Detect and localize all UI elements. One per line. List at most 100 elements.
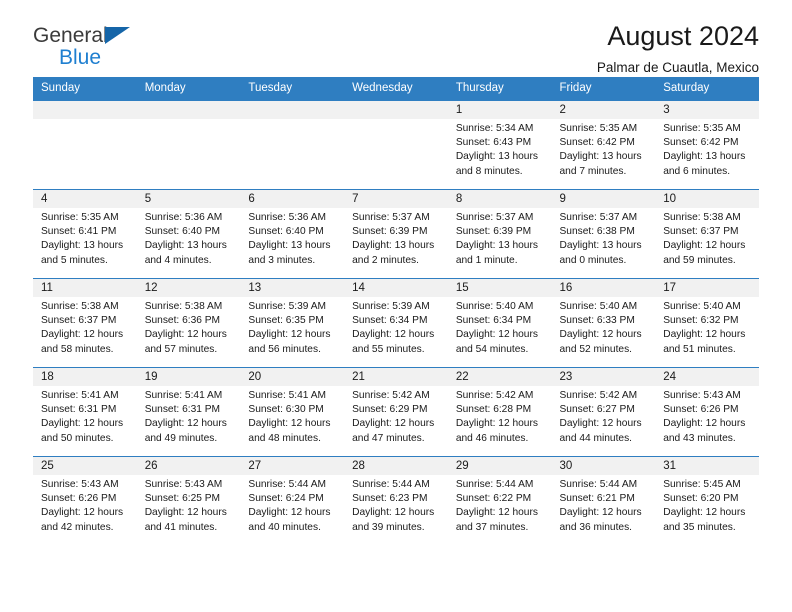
day-cell[interactable]: 2 Sunrise: 5:35 AM Sunset: 6:42 PM Daylight…: [551, 100, 656, 190]
sunset-text: Sunset: 6:40 PM: [144, 226, 221, 238]
day-details: Sunrise: 5:35 AM Sunset: 6:42 PM Daylight:…: [655, 119, 759, 179]
day-cell[interactable]: 7 Sunrise: 5:37 AM Sunset: 6:39 PM Daylight…: [344, 189, 448, 279]
day-cell[interactable]: 16 Sunrise: 5:40 AM Sunset: 6:33 PM Dayligh…: [551, 278, 656, 368]
daylight-text: Daylight: 13 hours and 4 minutes.: [144, 240, 227, 266]
daylight-text: Daylight: 12 hours and 57 minutes.: [144, 329, 227, 355]
sunrise-text: Sunrise: 5:36 AM: [144, 212, 223, 223]
sunrise-text: Sunrise: 5:40 AM: [559, 301, 638, 312]
day-cell[interactable]: 26 Sunrise: 5:43 AM Sunset: 6:25 PM Dayligh…: [136, 456, 241, 545]
day-cell[interactable]: 21 Sunrise: 5:42 AM Sunset: 6:29 PM Dayligh…: [344, 367, 448, 457]
daylight-text: Daylight: 12 hours and 56 minutes.: [248, 329, 331, 355]
sunrise-text: Sunrise: 5:42 AM: [352, 390, 430, 401]
day-cell[interactable]: 24 Sunrise: 5:43 AM Sunset: 6:26 PM Dayligh…: [655, 367, 759, 457]
daylight-text: Daylight: 12 hours and 58 minutes.: [41, 329, 124, 355]
daylight-text: Daylight: 12 hours and 59 minutes.: [663, 240, 746, 266]
day-number: 26: [136, 457, 241, 475]
day-details: Sunrise: 5:44 AM Sunset: 6:23 PM Daylight:…: [344, 475, 448, 535]
day-details: Sunrise: 5:36 AM Sunset: 6:40 PM Daylight:…: [240, 208, 344, 268]
sunrise-text: Sunrise: 5:35 AM: [41, 212, 119, 223]
day-number: 12: [136, 279, 241, 297]
day-details: Sunrise: 5:44 AM Sunset: 6:21 PM Daylight:…: [552, 475, 656, 535]
sunrise-text: Sunrise: 5:37 AM: [455, 212, 534, 223]
day-number: [344, 101, 448, 119]
day-number: 5: [136, 190, 241, 208]
day-number: 16: [551, 279, 656, 297]
day-number: 30: [551, 457, 656, 475]
brand-logo[interactable]: General Blue: [33, 22, 153, 68]
day-details: Sunrise: 5:44 AM Sunset: 6:22 PM Daylight:…: [448, 475, 552, 535]
page-header: General Blue August 2024 Palmar de Cuaut…: [33, 0, 759, 76]
daylight-text: Daylight: 12 hours and 39 minutes.: [352, 507, 435, 533]
sunset-text: Sunset: 6:42 PM: [663, 137, 739, 149]
sunrise-text: Sunrise: 5:42 AM: [559, 390, 638, 401]
sunset-text: Sunset: 6:34 PM: [352, 315, 428, 327]
day-cell[interactable]: 31 Sunrise: 5:45 AM Sunset: 6:20 PM Dayligh…: [655, 456, 759, 545]
day-details: Sunrise: 5:37 AM Sunset: 6:39 PM Daylight:…: [448, 208, 552, 268]
sunrise-text: Sunrise: 5:38 AM: [663, 212, 741, 223]
day-cell[interactable]: 22 Sunrise: 5:42 AM Sunset: 6:28 PM Dayligh…: [447, 367, 552, 457]
daylight-text: Daylight: 12 hours and 41 minutes.: [144, 507, 227, 533]
sunset-text: Sunset: 6:28 PM: [455, 404, 532, 416]
day-details: Sunrise: 5:41 AM Sunset: 6:31 PM Daylight:…: [33, 386, 137, 446]
day-details: Sunrise: 5:43 AM Sunset: 6:26 PM Daylight:…: [655, 386, 759, 446]
sunset-text: Sunset: 6:42 PM: [559, 137, 635, 149]
day-cell[interactable]: 30 Sunrise: 5:44 AM Sunset: 6:21 PM Dayligh…: [551, 456, 656, 545]
calendar-body: 1 Sunrise: 5:34 AM Sunset: 6:43 PM Daylight…: [33, 100, 759, 545]
day-cell[interactable]: 12 Sunrise: 5:38 AM Sunset: 6:36 PM Dayligh…: [136, 278, 241, 368]
day-cell[interactable]: 6 Sunrise: 5:36 AM Sunset: 6:40 PM Daylight…: [240, 189, 345, 279]
sunset-text: Sunset: 6:43 PM: [455, 137, 532, 149]
day-cell[interactable]: 14 Sunrise: 5:39 AM Sunset: 6:34 PM Dayligh…: [344, 278, 448, 368]
day-cell[interactable]: 1 Sunrise: 5:34 AM Sunset: 6:43 PM Daylight…: [447, 100, 552, 190]
day-number: 28: [344, 457, 448, 475]
day-cell[interactable]: 18 Sunrise: 5:41 AM Sunset: 6:31 PM Dayligh…: [33, 367, 137, 457]
day-cell[interactable]: 5 Sunrise: 5:36 AM Sunset: 6:40 PM Daylight…: [136, 189, 241, 279]
day-cell[interactable]: 27 Sunrise: 5:44 AM Sunset: 6:24 PM Dayligh…: [240, 456, 345, 545]
day-cell[interactable]: 9 Sunrise: 5:37 AM Sunset: 6:38 PM Daylight…: [551, 189, 656, 279]
daylight-text: Daylight: 13 hours and 3 minutes.: [248, 240, 331, 266]
sunset-text: Sunset: 6:34 PM: [455, 315, 532, 327]
day-cell[interactable]: 8 Sunrise: 5:37 AM Sunset: 6:39 PM Daylight…: [447, 189, 552, 279]
day-cell[interactable]: 17 Sunrise: 5:40 AM Sunset: 6:32 PM Dayligh…: [655, 278, 759, 368]
daylight-text: Daylight: 13 hours and 7 minutes.: [559, 151, 642, 177]
sunrise-text: Sunrise: 5:45 AM: [663, 479, 741, 490]
sunset-text: Sunset: 6:36 PM: [144, 315, 221, 327]
day-number: [33, 101, 137, 119]
sunset-text: Sunset: 6:40 PM: [248, 226, 324, 238]
daylight-text: Daylight: 12 hours and 42 minutes.: [41, 507, 124, 533]
calendar-grid: Sunday Monday Tuesday Wednesday Thursday…: [33, 77, 759, 545]
day-cell[interactable]: 15 Sunrise: 5:40 AM Sunset: 6:34 PM Dayligh…: [447, 278, 552, 368]
day-cell[interactable]: 20 Sunrise: 5:41 AM Sunset: 6:30 PM Dayligh…: [240, 367, 345, 457]
day-cell[interactable]: 29 Sunrise: 5:44 AM Sunset: 6:22 PM Dayligh…: [447, 456, 552, 545]
day-cell[interactable]: 23 Sunrise: 5:42 AM Sunset: 6:27 PM Dayligh…: [551, 367, 656, 457]
weekday-header-row: Sunday Monday Tuesday Wednesday Thursday…: [33, 77, 759, 101]
day-number: 6: [240, 190, 345, 208]
day-cell-empty: [136, 100, 241, 190]
day-number: 11: [33, 279, 137, 297]
daylight-text: Daylight: 12 hours and 51 minutes.: [663, 329, 746, 355]
sunrise-text: Sunrise: 5:37 AM: [559, 212, 638, 223]
day-number: 23: [551, 368, 656, 386]
day-details: Sunrise: 5:34 AM Sunset: 6:43 PM Daylight:…: [448, 119, 552, 179]
day-cell[interactable]: 13 Sunrise: 5:39 AM Sunset: 6:35 PM Dayligh…: [240, 278, 345, 368]
day-cell[interactable]: 11 Sunrise: 5:38 AM Sunset: 6:37 PM Dayligh…: [33, 278, 137, 368]
day-number: 3: [655, 101, 759, 119]
calendar-week-row: 18 Sunrise: 5:41 AM Sunset: 6:31 PM Dayligh…: [33, 367, 759, 457]
day-cell-empty: [344, 100, 448, 190]
day-number: 25: [33, 457, 137, 475]
daylight-text: Daylight: 12 hours and 35 minutes.: [663, 507, 746, 533]
sunset-text: Sunset: 6:31 PM: [41, 404, 117, 416]
daylight-text: Daylight: 13 hours and 5 minutes.: [41, 240, 124, 266]
page-subtitle: Palmar de Cuautla, Mexico: [596, 60, 759, 76]
sunrise-text: Sunrise: 5:36 AM: [248, 212, 326, 223]
day-number: [136, 101, 241, 119]
day-cell[interactable]: 19 Sunrise: 5:41 AM Sunset: 6:31 PM Dayligh…: [136, 367, 241, 457]
day-cell[interactable]: 3 Sunrise: 5:35 AM Sunset: 6:42 PM Daylight…: [655, 100, 759, 190]
day-cell[interactable]: 25 Sunrise: 5:43 AM Sunset: 6:26 PM Dayligh…: [33, 456, 137, 545]
day-number: 21: [344, 368, 448, 386]
day-cell-empty: [240, 100, 345, 190]
day-details: Sunrise: 5:43 AM Sunset: 6:25 PM Daylight:…: [137, 475, 241, 535]
day-cell[interactable]: 4 Sunrise: 5:35 AM Sunset: 6:41 PM Daylight…: [33, 189, 137, 279]
day-cell[interactable]: 10 Sunrise: 5:38 AM Sunset: 6:37 PM Dayligh…: [655, 189, 759, 279]
sunrise-text: Sunrise: 5:43 AM: [663, 390, 741, 401]
day-cell[interactable]: 28 Sunrise: 5:44 AM Sunset: 6:23 PM Dayligh…: [344, 456, 448, 545]
